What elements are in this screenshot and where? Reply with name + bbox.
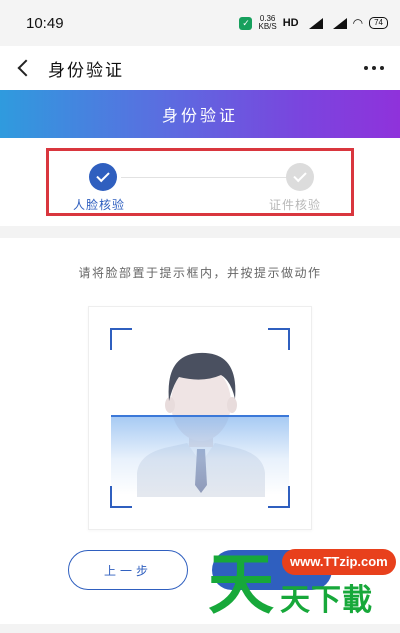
more-dot — [364, 66, 368, 70]
step-check-icon-active — [89, 163, 117, 191]
verification-banner: 身份验证 — [0, 90, 400, 138]
more-dot — [380, 66, 384, 70]
hd-label: HD — [282, 17, 299, 29]
step-connector-line — [121, 177, 287, 178]
frame-corner-top-left — [110, 328, 132, 350]
step-check-icon-inactive — [286, 163, 314, 191]
scan-gradient — [111, 415, 289, 495]
section-divider — [0, 226, 400, 238]
network-speed: 0.36 KB/S — [258, 15, 276, 31]
chevron-left-icon — [17, 59, 35, 77]
wifi-icon: ◠ — [352, 16, 364, 30]
page-title: 身份验证 — [48, 60, 124, 81]
status-bar: 10:49 ✓ 0.36 KB/S HD ◠ 74 — [0, 0, 400, 46]
step-label-id: 证件核验 — [269, 198, 322, 212]
frame-corner-bottom-left — [110, 486, 132, 508]
back-button[interactable] — [0, 46, 46, 90]
watermark-text: 天下載 — [280, 583, 373, 618]
signal-icon — [329, 17, 347, 29]
step-label-face: 人脸核验 — [73, 198, 126, 212]
steps-highlight-box: 人脸核验 证件核验 — [46, 148, 354, 216]
status-time: 10:49 — [26, 14, 64, 32]
scan-line — [111, 415, 289, 417]
speed-unit: KB/S — [258, 22, 277, 31]
shield-icon: ✓ — [239, 16, 253, 30]
status-icons: ✓ 0.36 KB/S HD ◠ 74 — [239, 15, 388, 31]
checkmark-icon — [96, 168, 110, 183]
face-instruction: 请将脸部置于提示框内，并按提示做动作 — [78, 266, 322, 280]
title-bar: 身份验证 — [0, 46, 400, 90]
frame-corner-top-right — [268, 328, 290, 350]
banner-title: 身份验证 — [161, 106, 238, 125]
checkmark-icon — [293, 168, 307, 183]
watermark-url: www.TTzip.com — [282, 549, 396, 575]
more-dot — [372, 66, 376, 70]
site-watermark: 天 www.TTzip.com 天下載 — [208, 545, 400, 633]
battery-icon: 74 — [369, 17, 388, 29]
previous-step-button[interactable]: 上一步 — [68, 550, 188, 590]
watermark-logo: 天 — [208, 546, 274, 623]
frame-corner-bottom-right — [268, 486, 290, 508]
steps-area: 人脸核验 证件核验 — [0, 138, 400, 226]
face-capture-frame — [88, 306, 312, 530]
more-button[interactable] — [348, 46, 400, 90]
signal-icon — [305, 17, 323, 29]
